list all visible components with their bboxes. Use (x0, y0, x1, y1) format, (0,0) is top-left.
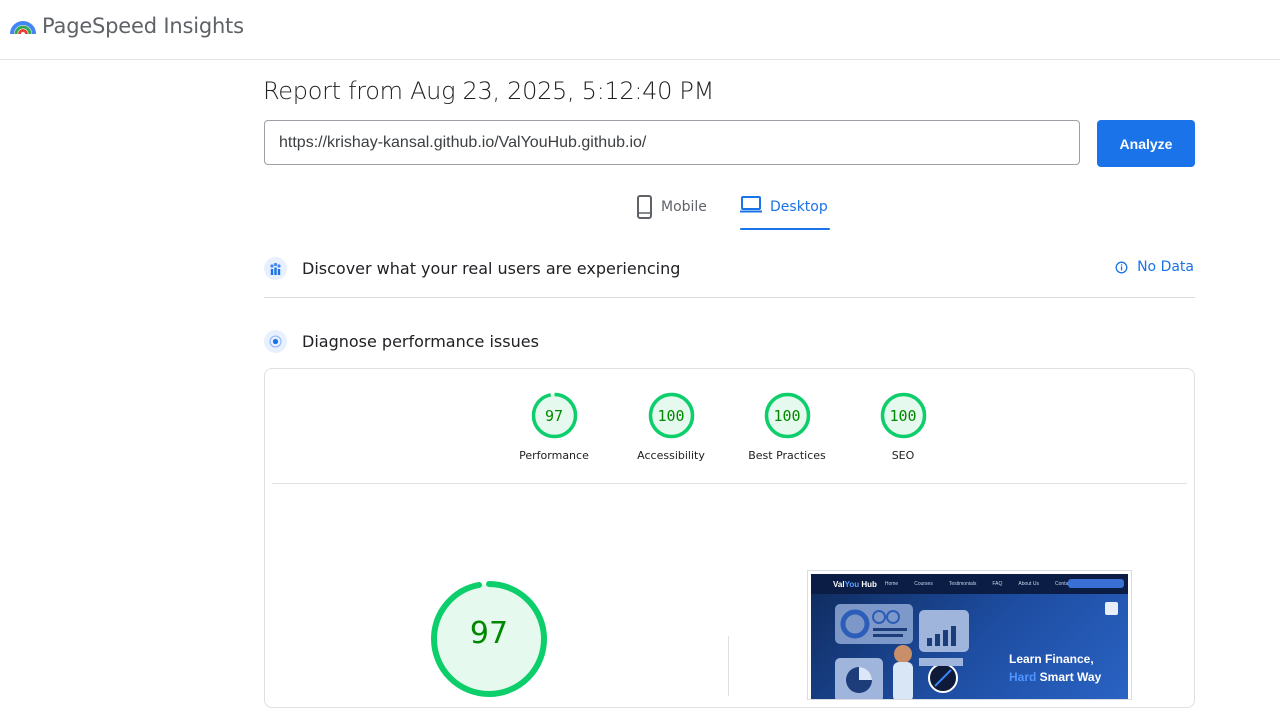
screenshot-nav-item: Testimonials (948, 581, 977, 587)
gauge-performance[interactable]: 97 Performance (499, 392, 609, 462)
gauge-label: Accessibility (637, 449, 705, 462)
section-divider (264, 297, 1195, 298)
vertical-divider (728, 636, 729, 696)
no-data-link[interactable]: No Data (1115, 259, 1194, 275)
screenshot-headline: Learn Finance, Hard Smart Way (1009, 652, 1102, 684)
card-divider (272, 483, 1187, 484)
gauge-label: Performance (519, 449, 589, 462)
screenshot-nav-item: FAQ (992, 581, 1003, 587)
app-title[interactable]: PageSpeed Insights (42, 14, 244, 38)
gauge-ring: 100 (648, 392, 695, 439)
screenshot-nav-item: Courses (914, 581, 933, 587)
gauge-accessibility[interactable]: 100 Accessibility (616, 392, 726, 462)
gauge-ring: 100 (764, 392, 811, 439)
users-chart-icon (264, 256, 287, 280)
screenshot-nav-item: Home (884, 581, 899, 587)
lab-data-title: Diagnose performance issues (302, 331, 539, 351)
url-input[interactable] (264, 120, 1080, 165)
field-data-title: Discover what your real users are experi… (302, 258, 681, 278)
page-screenshot: ValYou Hub Home Courses Testimonials FAQ… (807, 570, 1132, 700)
no-data-label: No Data (1137, 259, 1194, 275)
screenshot-nav-item: About Us (1018, 581, 1039, 587)
screenshot-illustration (835, 604, 969, 699)
field-data-section: Discover what your real users are experi… (264, 253, 1195, 283)
tab-desktop[interactable]: Desktop (740, 195, 830, 231)
performance-big-score: 97 (469, 616, 509, 651)
info-icon (1115, 261, 1128, 273)
screenshot-nav: ValYou Hub Home Courses Testimonials FAQ… (811, 574, 1128, 594)
gauge-ring: 97 (531, 392, 578, 439)
report-title: Report from Aug 23, 2025, 5:12:40 PM (263, 77, 714, 105)
gauge-best-practices[interactable]: 100 Best Practices (732, 392, 842, 462)
screenshot-badge (1105, 602, 1118, 615)
gauge-score: 97 (544, 406, 564, 425)
diagnose-icon (264, 329, 287, 353)
gauge-ring: 100 (880, 392, 927, 439)
laptop-icon (740, 196, 762, 213)
gauge-score: 100 (657, 406, 685, 425)
tab-mobile-label: Mobile (661, 199, 707, 215)
screenshot-brand: ValYou Hub (833, 579, 877, 589)
performance-big-gauge: 97 (430, 580, 548, 698)
tab-mobile[interactable]: Mobile (636, 195, 707, 231)
gauge-seo[interactable]: 100 SEO (848, 392, 958, 462)
screenshot-hero: ValYou Hub Home Courses Testimonials FAQ… (811, 574, 1128, 699)
tab-desktop-label: Desktop (770, 199, 828, 215)
analyze-button[interactable]: Analyze (1097, 120, 1195, 167)
gauge-score: 100 (773, 406, 801, 425)
smartphone-icon (637, 195, 652, 219)
lab-data-section: Diagnose performance issues (264, 326, 1195, 356)
pagespeed-logo-icon[interactable] (10, 16, 36, 38)
top-bar: PageSpeed Insights (0, 0, 1280, 60)
screenshot-cta (1068, 579, 1124, 588)
gauge-label: Best Practices (748, 449, 826, 462)
gauge-label: SEO (891, 449, 915, 462)
gauge-score: 100 (889, 406, 917, 425)
